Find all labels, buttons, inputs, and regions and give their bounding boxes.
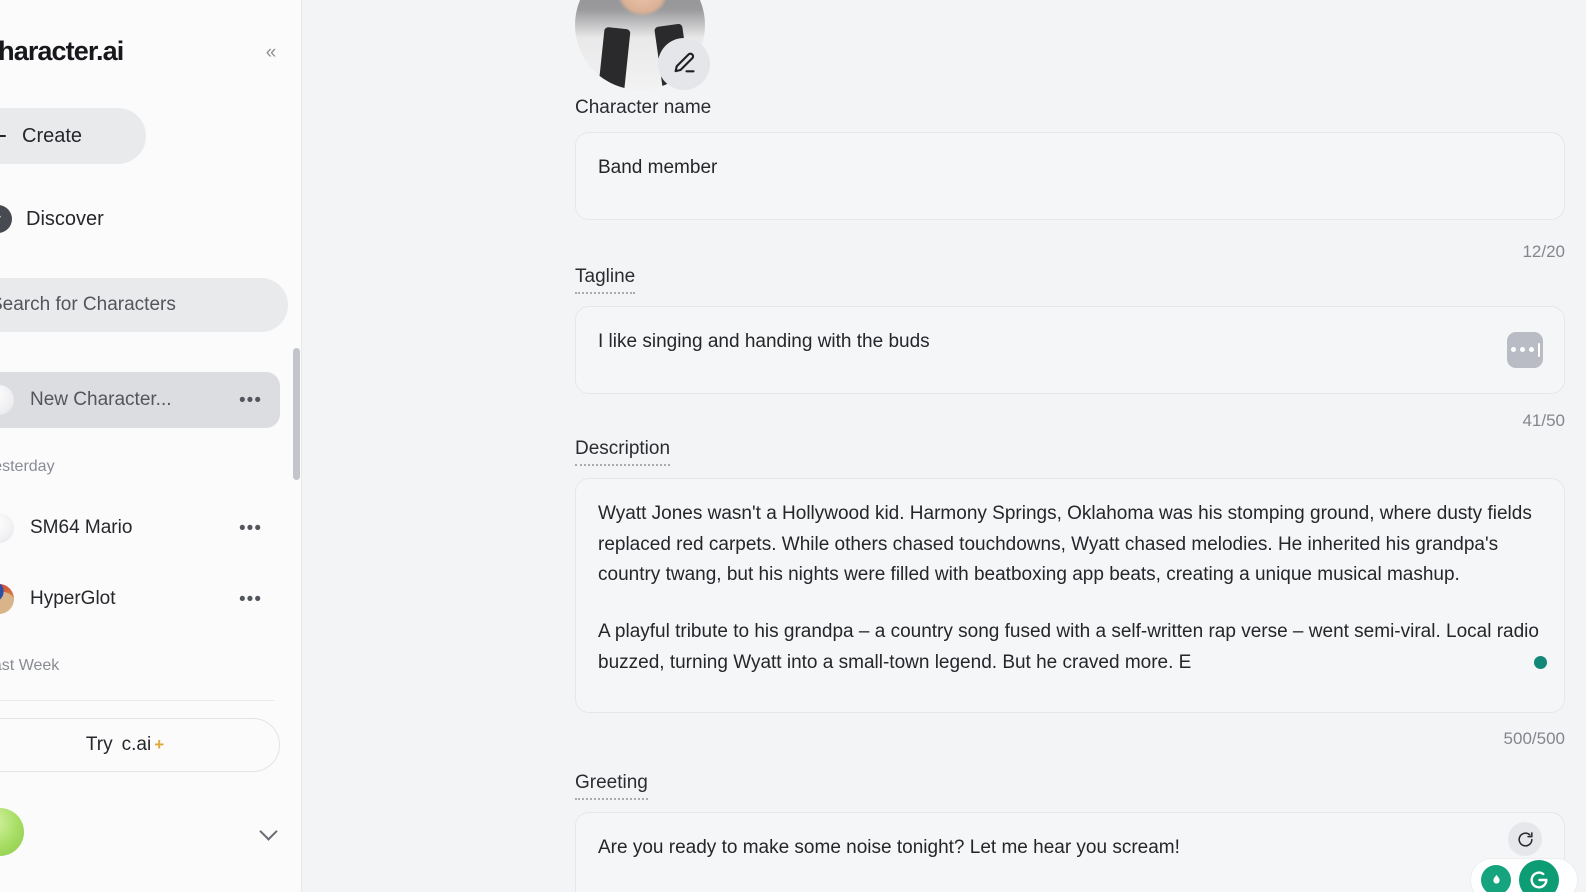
tagline-input[interactable]: I like singing and handing with the buds — [575, 305, 1565, 394]
avatar — [0, 584, 14, 614]
description-counter: 500/500 — [1503, 729, 1565, 748]
leaf-icon — [1492, 874, 1500, 884]
field-character-name: Character name Band member 12/20 — [575, 96, 1565, 261]
description-paragraph: Wyatt Jones wasn't a Hollywood kid. Harm… — [598, 502, 1532, 586]
avatar — [0, 808, 24, 856]
grammarly-g-icon — [1530, 871, 1548, 889]
try-cai-plus-button[interactable]: Try c.ai + — [0, 718, 280, 772]
sidebar-item-create[interactable]: Create — [0, 108, 146, 164]
field-label: Tagline — [575, 265, 636, 294]
field-label: Description — [575, 437, 671, 466]
pencil-icon — [674, 52, 695, 73]
chevron-down-icon[interactable] — [258, 821, 280, 843]
sidebar-chat-hyperglot[interactable]: HyperGlot ••• — [0, 571, 280, 627]
try-label: Try — [85, 734, 113, 755]
greeting-input[interactable]: Are you ready to make some noise tonight… — [575, 811, 1565, 892]
tagline-counter: 41/50 — [1522, 411, 1565, 430]
ellipsis-icon — [1519, 347, 1525, 353]
field-label: Greeting — [575, 771, 648, 800]
sidebar-scrollbar[interactable] — [293, 348, 300, 480]
description-paragraph: A playful tribute to his grandpa – a cou… — [598, 621, 1539, 673]
character-editor-main: Character name Band member 12/20 Tagline… — [302, 0, 1586, 892]
plus-badge-icon: + — [154, 735, 165, 754]
character-name-input[interactable]: Band member — [575, 131, 1565, 220]
description-input[interactable]: Wyatt Jones wasn't a Hollywood kid. Harm… — [575, 477, 1565, 713]
search-input[interactable] — [0, 278, 288, 332]
ellipsis-icon — [1510, 347, 1516, 353]
field-greeting: Greeting Are you ready to make some nois… — [575, 771, 1565, 892]
sidebar-chat-new-character[interactable]: New Character... ••• — [0, 372, 280, 428]
grammarly-score-icon — [1481, 865, 1511, 892]
sidebar-item-label: Create — [22, 124, 83, 147]
compass-icon — [0, 205, 12, 233]
avatar — [0, 513, 14, 543]
regenerate-button[interactable] — [1508, 822, 1542, 856]
sidebar-item-label: Discover — [26, 207, 104, 230]
edit-avatar-button[interactable] — [658, 38, 710, 90]
brand-logo: character.ai — [0, 36, 124, 66]
chat-item-label: SM64 Mario — [30, 517, 133, 538]
tagline-suggest-button[interactable] — [1507, 331, 1543, 368]
grammarly-logo-icon — [1519, 860, 1559, 892]
status-dot-icon — [1534, 655, 1547, 669]
plus-icon — [0, 124, 8, 148]
sidebar: character.ai « Create Discover New Chara… — [0, 0, 302, 892]
chat-item-label: New Character... — [30, 389, 172, 410]
character-avatar-wrap — [575, 0, 710, 90]
app-root: character.ai « Create Discover New Chara… — [0, 0, 1586, 892]
field-description: Description Wyatt Jones wasn't a Hollywo… — [575, 437, 1565, 748]
grammarly-widget[interactable] — [1470, 858, 1578, 892]
cursor-bar-icon — [1537, 342, 1540, 357]
cai-brand-label: c.ai — [121, 734, 152, 755]
sidebar-chat-sm64-mario[interactable]: SM64 Mario ••• — [0, 500, 280, 556]
chat-options-icon[interactable]: ••• — [239, 391, 266, 410]
avatar — [0, 385, 14, 415]
collapse-sidebar-icon[interactable]: « — [257, 40, 283, 66]
character-name-counter: 12/20 — [1522, 242, 1565, 261]
ellipsis-icon — [1528, 347, 1534, 353]
sidebar-divider — [0, 700, 274, 701]
group-label-last-week: Last Week — [0, 657, 60, 674]
chat-options-icon[interactable]: ••• — [239, 519, 266, 538]
field-label: Character name — [575, 97, 712, 118]
chat-item-label: HyperGlot — [30, 588, 116, 609]
chat-options-icon[interactable]: ••• — [239, 590, 266, 609]
user-account-row[interactable] — [0, 800, 301, 864]
group-label-yesterday: Yesterday — [0, 458, 55, 475]
field-tagline: Tagline I like singing and handing with … — [575, 265, 1565, 430]
sidebar-item-discover[interactable]: Discover — [0, 191, 146, 247]
refresh-icon — [1517, 831, 1533, 847]
